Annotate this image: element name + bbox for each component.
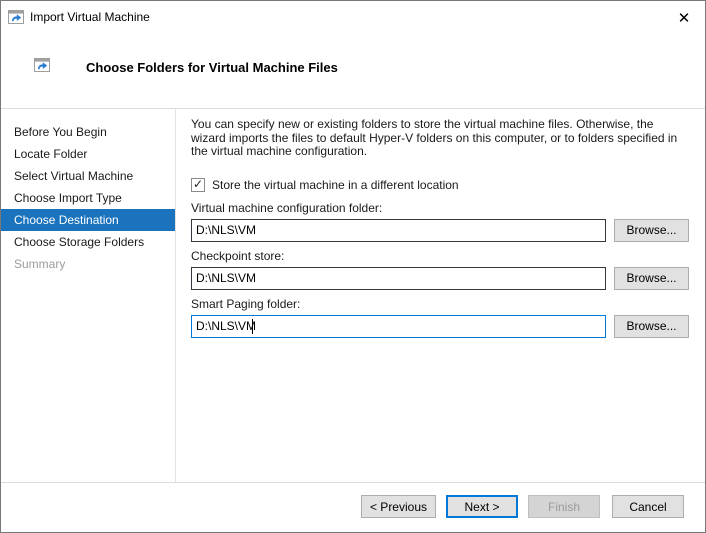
- vm-config-folder-input-wrap: [191, 219, 606, 242]
- sidebar-item-select-virtual-machine[interactable]: Select Virtual Machine: [1, 165, 175, 187]
- wizard-footer: < Previous Next > Finish Cancel: [1, 482, 705, 532]
- sidebar-item-summary: Summary: [1, 253, 175, 275]
- checkpoint-store-browse-button[interactable]: Browse...: [614, 267, 689, 290]
- wizard-header: Choose Folders for Virtual Machine Files: [1, 33, 705, 108]
- smart-paging-folder-input[interactable]: [191, 315, 606, 338]
- checkpoint-store-row: Browse...: [191, 267, 689, 290]
- text-caret: [252, 319, 253, 334]
- vm-config-folder-label: Virtual machine configuration folder:: [191, 201, 689, 215]
- finish-button: Finish: [528, 495, 600, 518]
- import-vm-app-icon: [8, 10, 24, 24]
- previous-button[interactable]: < Previous: [361, 495, 436, 518]
- vm-config-folder-input[interactable]: [191, 219, 606, 242]
- page-title: Choose Folders for Virtual Machine Files: [86, 60, 338, 75]
- wizard-steps-sidebar: Before You Begin Locate Folder Select Vi…: [1, 109, 176, 482]
- store-different-location-checkbox[interactable]: ✓: [191, 178, 205, 192]
- import-vm-page-icon: [34, 58, 50, 75]
- next-button[interactable]: Next >: [446, 495, 518, 518]
- close-icon[interactable]: ✕: [671, 6, 697, 30]
- page-description: You can specify new or existing folders …: [191, 118, 689, 159]
- window-title: Import Virtual Machine: [30, 10, 150, 24]
- smart-paging-folder-input-wrap: [191, 315, 606, 338]
- sidebar-item-locate-folder[interactable]: Locate Folder: [1, 143, 175, 165]
- vm-config-folder-row: Browse...: [191, 219, 689, 242]
- titlebar[interactable]: Import Virtual Machine ✕: [1, 1, 705, 33]
- smart-paging-folder-browse-button[interactable]: Browse...: [614, 315, 689, 338]
- sidebar-item-choose-import-type[interactable]: Choose Import Type: [1, 187, 175, 209]
- store-different-location-row: ✓ Store the virtual machine in a differe…: [191, 177, 689, 193]
- checkmark-icon: ✓: [193, 178, 203, 190]
- checkpoint-store-input[interactable]: [191, 267, 606, 290]
- page-content: You can specify new or existing folders …: [191, 109, 689, 482]
- smart-paging-folder-row: Browse...: [191, 315, 689, 338]
- vm-config-folder-browse-button[interactable]: Browse...: [614, 219, 689, 242]
- import-virtual-machine-dialog: Import Virtual Machine ✕ Choose Folders …: [0, 0, 706, 533]
- cancel-button[interactable]: Cancel: [612, 495, 684, 518]
- sidebar-item-choose-destination[interactable]: Choose Destination: [1, 209, 175, 231]
- sidebar-item-choose-storage-folders[interactable]: Choose Storage Folders: [1, 231, 175, 253]
- smart-paging-folder-label: Smart Paging folder:: [191, 297, 689, 311]
- checkpoint-store-label: Checkpoint store:: [191, 249, 689, 263]
- store-different-location-label: Store the virtual machine in a different…: [212, 178, 459, 192]
- sidebar-item-before-you-begin[interactable]: Before You Begin: [1, 121, 175, 143]
- checkpoint-store-input-wrap: [191, 267, 606, 290]
